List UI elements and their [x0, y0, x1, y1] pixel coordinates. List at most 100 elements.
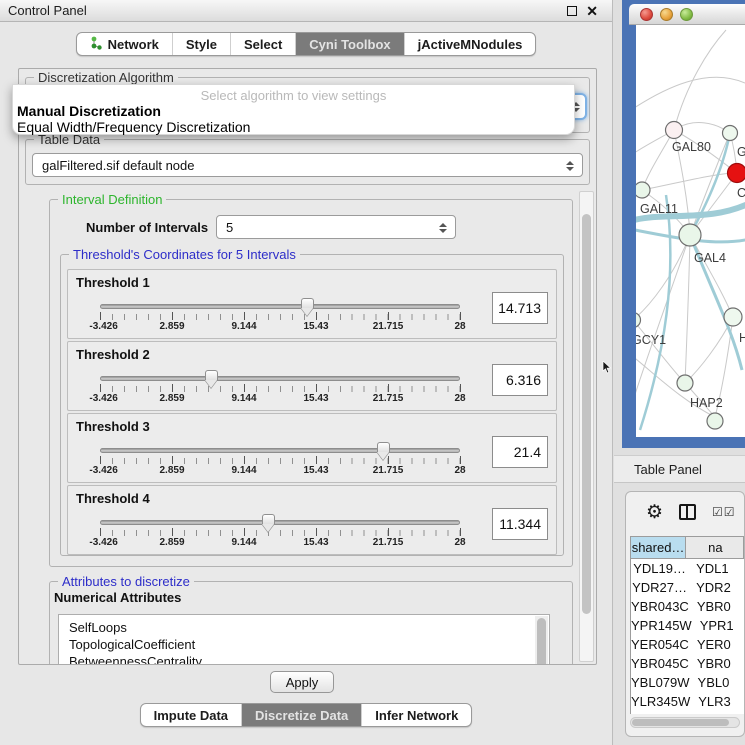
numerical-attributes-list: SelfLoops TopologicalCoefficient Between…	[58, 614, 550, 664]
slider-ticks	[100, 314, 460, 320]
node-gal4[interactable]	[679, 224, 701, 246]
network-view-window[interactable]: GAL80 G C GAL11 GAL4 GCY1 H HAP2	[622, 0, 745, 448]
node-bottom-clipped[interactable]	[707, 413, 723, 429]
table-data-combobox[interactable]: galFiltered.sif default node	[32, 153, 583, 177]
table-row[interactable]: YBR045CYBR0	[631, 654, 744, 673]
slider-ticks	[100, 386, 460, 392]
node-left[interactable]	[636, 182, 650, 198]
node-red-selected[interactable]	[728, 164, 745, 183]
table-panel: Table Panel ⚙ ☑☑ shared… na YDL19…YDL1 Y…	[614, 455, 745, 745]
node-label: GAL80	[672, 140, 711, 154]
table-row[interactable]: YIL053CYIL0	[631, 711, 744, 714]
network-labels: GAL80 G C GAL11 GAL4 GCY1 H HAP2	[636, 140, 745, 410]
tab-select[interactable]: Select	[231, 33, 296, 55]
threshold-2-value-field[interactable]: 6.316	[492, 364, 548, 396]
table-row[interactable]: YPR145WYPR1	[631, 616, 744, 635]
node-hap2[interactable]	[677, 375, 693, 391]
slider-ticks	[100, 458, 460, 464]
close-icon[interactable]: ✕	[586, 6, 598, 16]
option-manual-discretization[interactable]: Manual Discretization	[13, 103, 574, 119]
node-right[interactable]	[724, 308, 742, 326]
threshold-3-panel: Threshold 3 -3.4262.859 9.14415.43	[67, 413, 557, 483]
thresholds-group: Threshold's Coordinates for 5 Intervals …	[60, 254, 564, 556]
threshold-3-value-field[interactable]: 21.4	[492, 436, 548, 468]
slider-scale-labels: -3.4262.859 9.14415.43 21.71528	[100, 465, 460, 477]
node-label: HAP2	[690, 396, 723, 410]
slider-thumb[interactable]	[377, 442, 390, 452]
table-row[interactable]: YBR043CYBR0	[631, 597, 744, 616]
close-traffic-light-icon[interactable]	[640, 8, 653, 21]
tab-jactivemnodules[interactable]: jActiveMNodules	[405, 33, 536, 55]
network-icon	[90, 36, 103, 53]
slider-track[interactable]	[100, 448, 460, 453]
numerical-attributes-label: Numerical Attributes	[54, 590, 181, 605]
list-item[interactable]: TopologicalCoefficient	[69, 636, 549, 653]
network-window-titlebar[interactable]	[629, 4, 745, 25]
node-label: GAL4	[694, 251, 726, 265]
attributes-group: Attributes to discretize Numerical Attri…	[49, 581, 573, 664]
column-header-name[interactable]: na	[686, 537, 744, 559]
node-gal80[interactable]	[666, 122, 683, 139]
table-row[interactable]: YBL079WYBL0	[631, 673, 744, 692]
list-item[interactable]: BetweennessCentrality	[69, 653, 549, 664]
node-table: shared… na YDL19…YDL1 YDR27…YDR2 YBR043C…	[630, 536, 744, 714]
threshold-1-slider[interactable]: -3.4262.859 9.14415.43 21.71528	[100, 298, 460, 334]
option-equal-width-frequency[interactable]: Equal Width/Frequency Discretization	[13, 119, 574, 135]
slider-track[interactable]	[100, 304, 460, 309]
number-of-intervals-combobox[interactable]: 5	[216, 215, 456, 239]
table-panel-title: Table Panel	[614, 462, 702, 477]
apply-button[interactable]: Apply	[270, 671, 334, 693]
node-clipped-right-top[interactable]	[723, 126, 738, 141]
slider-thumb[interactable]	[301, 298, 314, 308]
gear-icon[interactable]: ⚙	[646, 503, 663, 522]
slider-track[interactable]	[100, 520, 460, 525]
table-row[interactable]: YLR345WYLR3	[631, 692, 744, 711]
thresholds-group-title: Threshold's Coordinates for 5 Intervals	[69, 247, 300, 262]
slider-track[interactable]	[100, 376, 460, 381]
slider-scale-labels: -3.4262.859 9.14415.43 21.71528	[100, 321, 460, 333]
slider-thumb[interactable]	[262, 514, 275, 524]
slider-thumb[interactable]	[205, 370, 218, 380]
list-item[interactable]: SelfLoops	[69, 619, 549, 636]
threshold-2-panel: Threshold 2 -3.4262.859 9.14415.43	[67, 341, 557, 411]
node-gcy1[interactable]	[636, 313, 641, 328]
algorithm-dropdown-popup: Select algorithm to view settings Manual…	[12, 84, 575, 135]
checkbox-icons[interactable]: ☑☑	[712, 505, 736, 519]
slider-scale-labels: -3.4262.859 9.14415.43 21.71528	[100, 393, 460, 405]
float-window-icon[interactable]	[567, 6, 577, 16]
network-canvas[interactable]: GAL80 G C GAL11 GAL4 GCY1 H HAP2	[636, 25, 745, 437]
list-scrollbar[interactable]	[535, 616, 548, 664]
threshold-1-panel: Threshold 1 -3.4262.859 9.14415.43	[67, 269, 557, 339]
bottom-tab-bar: Impute Data Discretize Data Infer Networ…	[0, 703, 612, 727]
table-row[interactable]: YDL19…YDL1	[631, 559, 744, 578]
slider-scale-labels: -3.4262.859 9.14415.43 21.71528	[100, 537, 460, 549]
threshold-4-value-field[interactable]: 11.344	[492, 508, 548, 540]
scrollbar-thumb[interactable]	[582, 214, 591, 614]
tab-style[interactable]: Style	[173, 33, 231, 55]
column-header-shared-name[interactable]: shared…	[631, 537, 686, 559]
columns-icon[interactable]	[679, 504, 696, 520]
combo-stepper-icon	[439, 220, 448, 236]
threshold-3-slider[interactable]: -3.4262.859 9.14415.43 21.71528	[100, 442, 460, 478]
tab-infer-network[interactable]: Infer Network	[362, 704, 471, 726]
threshold-4-slider[interactable]: -3.4262.859 9.14415.43 21.71528	[100, 514, 460, 550]
threshold-1-value-field[interactable]: 14.713	[492, 292, 548, 324]
zoom-traffic-light-icon[interactable]	[680, 8, 693, 21]
node-label: G	[737, 145, 745, 159]
tab-discretize-data[interactable]: Discretize Data	[242, 704, 362, 726]
table-horizontal-scrollbar[interactable]	[630, 717, 740, 728]
settings-scrollbar[interactable]	[579, 191, 594, 662]
tab-cyni-toolbox[interactable]: Cyni Toolbox	[296, 33, 404, 55]
minimize-traffic-light-icon[interactable]	[660, 8, 673, 21]
table-row[interactable]: YDR27…YDR2	[631, 578, 744, 597]
cyni-settings-panel: Discretization Algorithm Table Data galF…	[18, 68, 597, 665]
table-row[interactable]: YER054CYER0	[631, 635, 744, 654]
control-panel-title: Control Panel	[0, 3, 87, 18]
tab-network[interactable]: Network	[77, 33, 173, 55]
interval-definition-group: Interval Definition Number of Intervals …	[49, 199, 573, 567]
tab-impute-data[interactable]: Impute Data	[141, 704, 242, 726]
settings-scroll-viewport: Interval Definition Number of Intervals …	[25, 189, 577, 664]
attributes-group-title: Attributes to discretize	[58, 574, 194, 589]
threshold-2-slider[interactable]: -3.4262.859 9.14415.43 21.71528	[100, 370, 460, 406]
combo-stepper-icon	[566, 158, 575, 174]
